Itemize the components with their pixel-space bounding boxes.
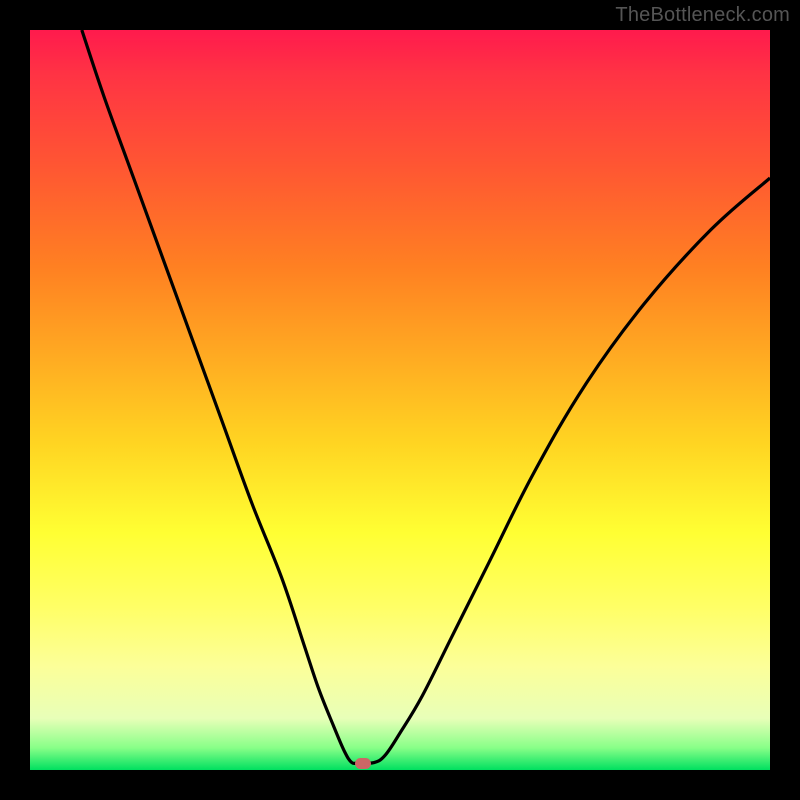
watermark-text: TheBottleneck.com (615, 4, 790, 27)
chart-container: TheBottleneck.com (0, 0, 800, 800)
optimal-point-marker (355, 758, 371, 769)
plot-area (30, 30, 770, 770)
bottleneck-curve (30, 30, 770, 770)
